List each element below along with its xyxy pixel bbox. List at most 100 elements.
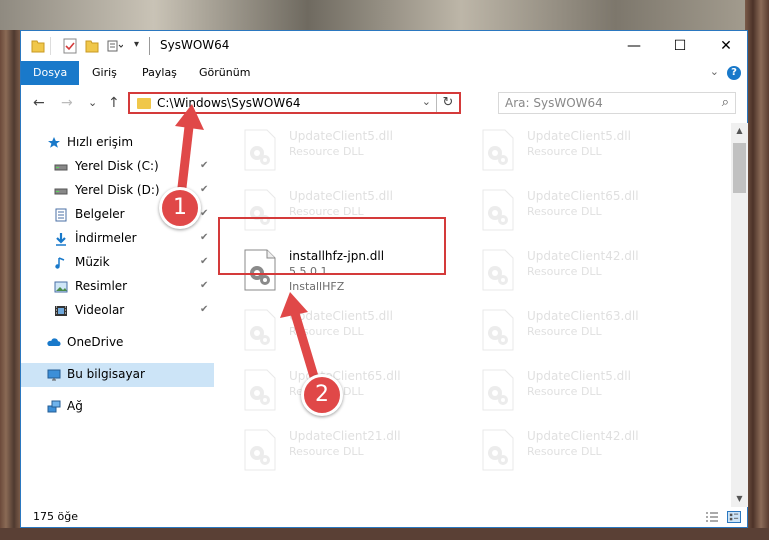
- file-item[interactable]: UpdateClient63.dll Resource DLL: [481, 303, 701, 359]
- maximize-button[interactable]: ☐: [657, 31, 703, 61]
- drive-icon: [54, 164, 68, 171]
- file-item[interactable]: UpdateClient5.dll Resource DLL: [243, 303, 463, 359]
- dll-file-icon: [482, 309, 514, 351]
- navigation-bar: ← → ⌄ ↑ C:\Windows\SysWOW64 ⌄ ↻ Ara: Sys…: [21, 85, 747, 121]
- dll-file-icon: [244, 369, 276, 411]
- file-item[interactable]: UpdateClient65.dll Resource DLL: [243, 363, 463, 419]
- tab-view[interactable]: Görünüm: [199, 61, 250, 85]
- file-description: Resource DLL: [527, 445, 602, 458]
- tab-file[interactable]: Dosya: [21, 61, 80, 85]
- desktop-background-bottom: [0, 528, 769, 540]
- address-bar[interactable]: C:\Windows\SysWOW64 ⌄ ↻: [128, 92, 461, 114]
- address-path[interactable]: C:\Windows\SysWOW64: [157, 96, 301, 110]
- details-view-icon[interactable]: [705, 511, 719, 523]
- minimize-button[interactable]: —: [611, 31, 657, 61]
- scroll-thumb[interactable]: [733, 143, 746, 193]
- sidebar-item-videos[interactable]: Videolar ✔: [21, 299, 214, 323]
- sidebar-item-label: İndirmeler: [75, 231, 137, 245]
- file-name: UpdateClient5.dll: [527, 129, 631, 143]
- close-button[interactable]: ✕: [703, 31, 749, 61]
- tiles-view-icon[interactable]: [727, 511, 741, 523]
- file-item[interactable]: UpdateClient21.dll Resource DLL: [243, 423, 463, 479]
- sidebar-item-pictures[interactable]: Resimler ✔: [21, 275, 214, 299]
- file-item[interactable]: UpdateClient42.dll Resource DLL: [481, 243, 701, 299]
- file-name: UpdateClient5.dll: [289, 129, 393, 143]
- vertical-scrollbar[interactable]: ▲ ▼: [731, 123, 748, 507]
- file-description: Resource DLL: [527, 265, 602, 278]
- dll-file-icon: [482, 129, 514, 171]
- sidebar-item-network[interactable]: Ağ: [21, 395, 214, 419]
- dll-file-icon: [482, 189, 514, 231]
- pin-icon[interactable]: ✔: [200, 304, 208, 315]
- address-dropdown-icon[interactable]: ⌄: [422, 95, 431, 108]
- file-description: Resource DLL: [289, 445, 364, 458]
- dll-file-icon: [482, 369, 514, 411]
- customize-toolbar-icon[interactable]: [107, 38, 123, 54]
- pictures-icon: [54, 281, 68, 293]
- search-placeholder: Ara: SysWOW64: [505, 96, 603, 110]
- scroll-down-icon[interactable]: ▼: [731, 491, 748, 507]
- new-folder-icon[interactable]: [85, 38, 99, 54]
- desktop-background-top: [0, 0, 769, 30]
- tab-home[interactable]: Giriş: [92, 61, 117, 85]
- folder-icon: [31, 40, 45, 53]
- help-icon[interactable]: ?: [727, 66, 741, 80]
- sidebar-item-onedrive[interactable]: OneDrive: [21, 331, 214, 355]
- file-name: UpdateClient21.dll: [289, 429, 401, 443]
- file-list: UpdateClient5.dll Resource DLL UpdateCli…: [215, 123, 735, 501]
- file-item[interactable]: UpdateClient5.dll Resource DLL: [243, 123, 463, 179]
- network-icon: [47, 400, 61, 413]
- recent-locations-button[interactable]: ⌄: [88, 96, 97, 109]
- folder-icon: [137, 98, 151, 109]
- file-item[interactable]: UpdateClient42.dll Resource DLL: [481, 423, 701, 479]
- ribbon-tabs: Dosya Giriş Paylaş Görünüm ⌄ ?: [21, 61, 747, 85]
- quick-access-dropdown-icon[interactable]: ▾: [134, 39, 139, 50]
- file-name: UpdateClient5.dll: [527, 369, 631, 383]
- pin-icon[interactable]: ✔: [200, 160, 208, 171]
- status-bar: 175 öğe: [21, 507, 747, 529]
- window-title: SysWOW64: [160, 38, 230, 52]
- sidebar-item-label: Belgeler: [75, 207, 125, 221]
- file-item[interactable]: UpdateClient65.dll Resource DLL: [481, 183, 701, 239]
- pin-icon[interactable]: ✔: [200, 208, 208, 219]
- sidebar-item-label: Ağ: [67, 399, 83, 413]
- file-item[interactable]: UpdateClient5.dll Resource DLL: [481, 363, 701, 419]
- pin-icon[interactable]: ✔: [200, 280, 208, 291]
- onedrive-icon: [47, 338, 61, 346]
- file-description: Resource DLL: [527, 385, 602, 398]
- step-marker-2: 2: [301, 374, 343, 416]
- sidebar-item-this-pc[interactable]: Bu bilgisayar: [21, 363, 214, 387]
- forward-button[interactable]: →: [61, 95, 73, 111]
- drive-icon: [54, 188, 68, 195]
- dll-file-icon: [244, 429, 276, 471]
- sidebar-item-music[interactable]: Müzik ✔: [21, 251, 214, 275]
- pin-icon[interactable]: ✔: [200, 232, 208, 243]
- file-description: Resource DLL: [289, 145, 364, 158]
- pin-icon[interactable]: ✔: [200, 256, 208, 267]
- sidebar-item-label: Hızlı erişim: [67, 135, 134, 149]
- up-button[interactable]: ↑: [108, 95, 120, 111]
- file-description: Resource DLL: [527, 325, 602, 338]
- sidebar-item-downloads[interactable]: İndirmeler ✔: [21, 227, 214, 251]
- properties-icon[interactable]: [63, 38, 77, 54]
- explorer-window: ▾ SysWOW64 — ☐ ✕ Dosya Giriş Paylaş Görü…: [20, 30, 748, 528]
- item-count: 175 öğe: [33, 510, 78, 523]
- search-icon[interactable]: ⌕: [722, 95, 729, 110]
- back-button[interactable]: ←: [33, 95, 45, 111]
- file-name: UpdateClient42.dll: [527, 249, 639, 263]
- sidebar-item-quick-access[interactable]: Hızlı erişim: [21, 131, 214, 155]
- pin-icon[interactable]: ✔: [200, 184, 208, 195]
- file-item[interactable]: UpdateClient5.dll Resource DLL: [481, 123, 701, 179]
- tab-share[interactable]: Paylaş: [142, 61, 177, 85]
- search-box[interactable]: Ara: SysWOW64 ⌕: [498, 92, 736, 114]
- refresh-button[interactable]: ↻: [436, 94, 459, 112]
- sidebar-item-label: Yerel Disk (C:): [75, 159, 159, 173]
- ribbon-collapse-icon[interactable]: ⌄: [710, 65, 719, 78]
- navigation-pane: Hızlı erişim Yerel Disk (C:) ✔ Yerel Dis…: [21, 123, 214, 501]
- videos-icon: [55, 306, 67, 316]
- scroll-up-icon[interactable]: ▲: [731, 123, 748, 139]
- download-icon: [56, 233, 66, 246]
- computer-icon: [47, 369, 61, 381]
- file-name: UpdateClient65.dll: [527, 189, 639, 203]
- sidebar-item-disk-c[interactable]: Yerel Disk (C:) ✔: [21, 155, 214, 179]
